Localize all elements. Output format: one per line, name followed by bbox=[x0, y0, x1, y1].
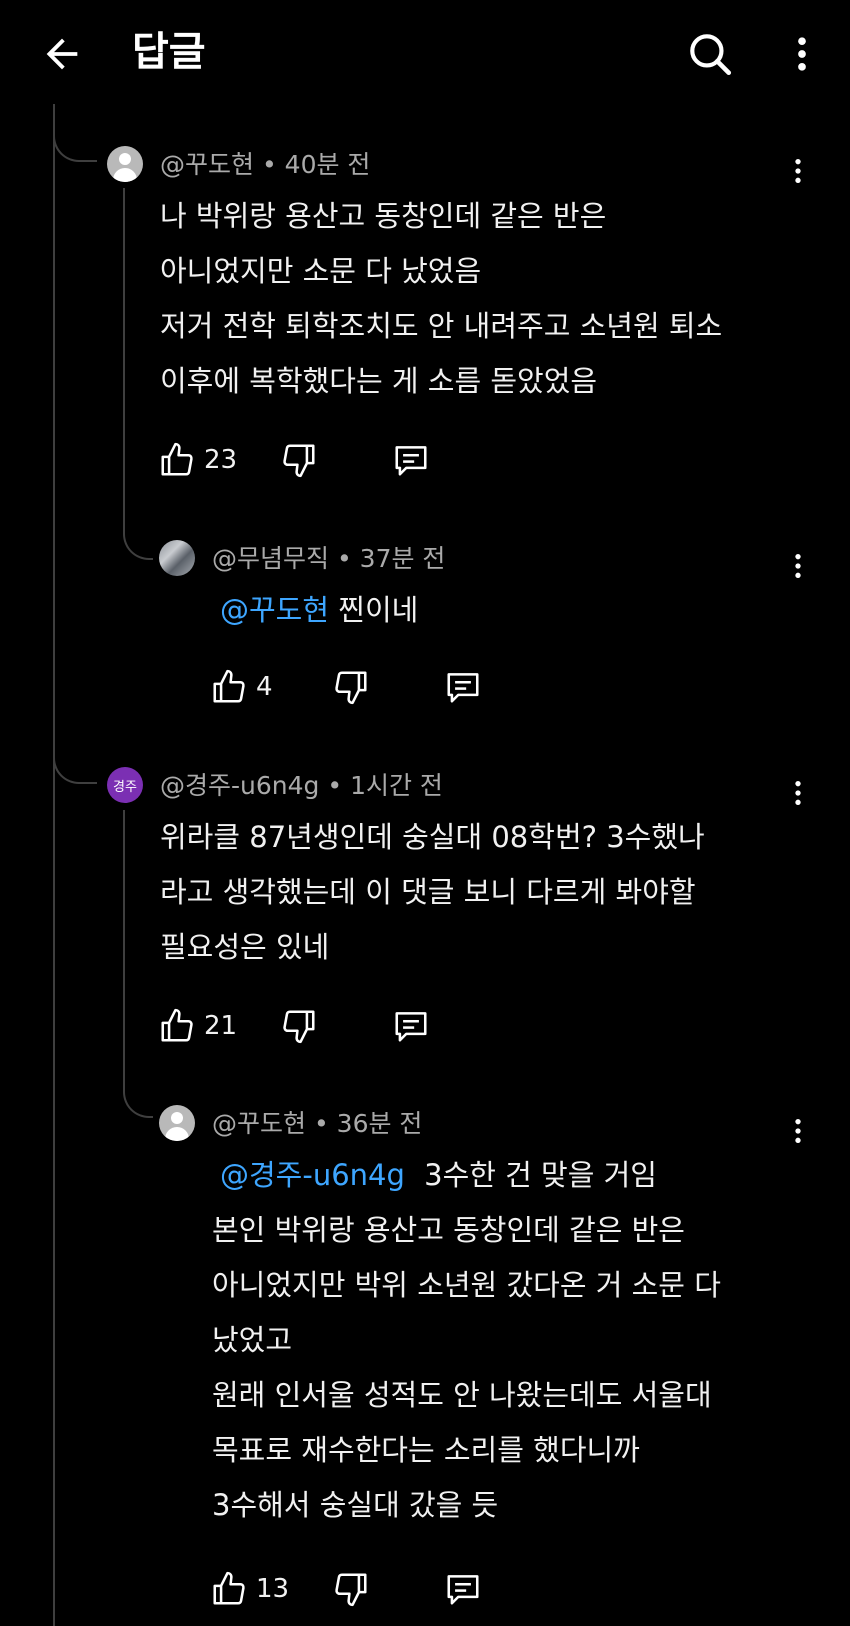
comment-menu-button[interactable] bbox=[778, 1111, 818, 1151]
comment-text: @경주-u6n4g 3수한 건 맞을 거임 본인 박위랑 용산고 동창인데 같은… bbox=[212, 1158, 721, 1522]
like-button[interactable]: 23 bbox=[158, 434, 237, 486]
mention-link[interactable]: @경주-u6n4g bbox=[220, 1158, 405, 1192]
reply-button[interactable] bbox=[392, 1000, 430, 1052]
comment-time: 40분 전 bbox=[284, 150, 371, 179]
default-avatar-icon bbox=[171, 1112, 183, 1124]
comment-menu-button[interactable] bbox=[778, 773, 818, 813]
like-count: 4 bbox=[256, 672, 273, 702]
search-button[interactable] bbox=[678, 22, 742, 86]
comment-author[interactable]: @꾸도현 bbox=[160, 150, 254, 179]
reply-icon bbox=[447, 1575, 479, 1605]
reply-button[interactable] bbox=[444, 1563, 482, 1615]
thumb-down-icon bbox=[335, 671, 367, 705]
reply-icon bbox=[395, 446, 427, 476]
comment-meta: @꾸도현 • 40분 전 bbox=[160, 150, 371, 179]
default-avatar-icon bbox=[119, 153, 131, 165]
dislike-button[interactable] bbox=[280, 1000, 318, 1052]
more-vert-icon bbox=[798, 37, 806, 71]
thumb-up-icon bbox=[213, 669, 245, 703]
reply-line bbox=[123, 810, 125, 1060]
avatar[interactable]: 경주 bbox=[107, 767, 143, 803]
back-button[interactable] bbox=[30, 22, 94, 86]
back-arrow-icon bbox=[46, 38, 78, 70]
like-count: 21 bbox=[204, 1011, 238, 1041]
comment-time: 37분 전 bbox=[359, 544, 446, 573]
reply-icon bbox=[395, 1012, 427, 1042]
comment-author[interactable]: @경주-u6n4g bbox=[160, 771, 319, 800]
comment-meta: @경주-u6n4g • 1시간 전 bbox=[160, 771, 443, 800]
like-count: 13 bbox=[256, 1574, 290, 1604]
dislike-button[interactable] bbox=[280, 434, 318, 486]
comment-meta: @꾸도현 • 36분 전 bbox=[212, 1109, 423, 1138]
search-icon bbox=[690, 34, 732, 76]
more-vert-icon bbox=[795, 554, 801, 578]
avatar[interactable] bbox=[159, 540, 195, 576]
thumb-down-icon bbox=[283, 1010, 315, 1044]
thumb-up-icon bbox=[213, 1571, 245, 1605]
thumb-up-icon bbox=[161, 442, 193, 476]
reply-button[interactable] bbox=[444, 661, 482, 713]
like-button[interactable]: 13 bbox=[210, 1563, 289, 1615]
comment-menu-button[interactable] bbox=[778, 151, 818, 191]
comment-time: 36분 전 bbox=[336, 1109, 423, 1138]
reply-connector bbox=[123, 500, 153, 560]
like-count: 23 bbox=[204, 445, 238, 475]
thumb-down-icon bbox=[335, 1573, 367, 1607]
thread-connector bbox=[53, 720, 97, 784]
thread-connector bbox=[53, 104, 97, 162]
comment-text: 나 박위랑 용산고 동창인데 같은 반은 아니었지만 소문 다 났었음 저거 전… bbox=[160, 199, 723, 398]
comment-text: @꾸도현 찐이네 bbox=[220, 593, 419, 627]
like-button[interactable]: 21 bbox=[158, 1000, 237, 1052]
dislike-button[interactable] bbox=[332, 661, 370, 713]
page-title: 답글 bbox=[132, 29, 206, 75]
reply-connector bbox=[123, 1046, 153, 1118]
avatar[interactable] bbox=[159, 1105, 195, 1141]
comment-time: 1시간 전 bbox=[350, 771, 443, 800]
comment-author[interactable]: @무념무직 bbox=[212, 544, 329, 573]
reply-icon bbox=[447, 673, 479, 703]
comment-text: 위라클 87년생인데 숭실대 08학번? 3수했나 라고 생각했는데 이 댓글 … bbox=[160, 820, 705, 964]
thumb-up-icon bbox=[161, 1008, 193, 1042]
more-vert-icon bbox=[795, 781, 801, 805]
dislike-button[interactable] bbox=[332, 1563, 370, 1615]
comment-menu-button[interactable] bbox=[778, 546, 818, 586]
reply-line bbox=[123, 188, 125, 518]
mention-link[interactable]: @꾸도현 bbox=[220, 593, 329, 627]
avatar[interactable] bbox=[107, 146, 143, 182]
thread-line bbox=[53, 104, 55, 1626]
top-bar: 답글 bbox=[0, 0, 850, 104]
thumb-down-icon bbox=[283, 444, 315, 478]
more-vert-icon bbox=[795, 1119, 801, 1143]
like-button[interactable]: 4 bbox=[210, 661, 273, 713]
more-options-button[interactable] bbox=[770, 22, 834, 86]
reply-button[interactable] bbox=[392, 434, 430, 486]
comment-meta: @무념무직 • 37분 전 bbox=[212, 544, 446, 573]
comment-author[interactable]: @꾸도현 bbox=[212, 1109, 306, 1138]
more-vert-icon bbox=[795, 159, 801, 183]
